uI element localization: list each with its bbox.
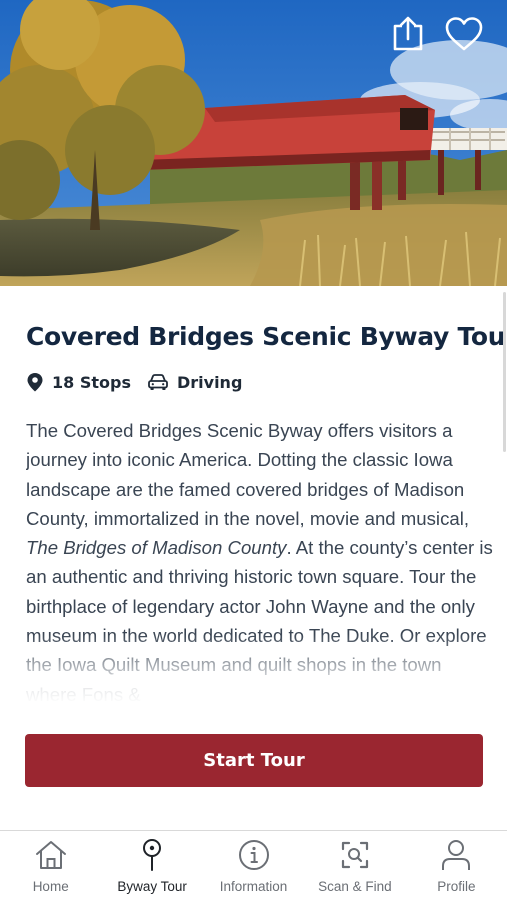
profile-icon — [442, 840, 471, 870]
stops-label: 18 Stops — [52, 372, 131, 392]
scan-icon — [341, 841, 369, 869]
tour-details: Covered Bridges Scenic Byway Tour 18 Sto… — [26, 286, 507, 395]
heart-icon — [445, 17, 483, 51]
tab-home[interactable]: Home — [0, 831, 101, 900]
stops-count: 18 Stops — [26, 372, 131, 392]
description-fade — [26, 634, 496, 704]
tab-information[interactable]: Information — [203, 831, 304, 900]
share-button[interactable] — [386, 12, 430, 56]
home-icon — [35, 841, 66, 869]
tour-description: The Covered Bridges Scenic Byway offers … — [26, 416, 496, 704]
description-book-title: The Bridges of Madison County — [26, 537, 287, 559]
map-pin-icon — [143, 839, 162, 871]
info-icon — [238, 840, 269, 870]
tab-label-profile: Profile — [437, 879, 476, 894]
favorite-button[interactable] — [442, 12, 486, 56]
tab-profile[interactable]: Profile — [406, 831, 507, 900]
tab-label-byway-tour: Byway Tour — [117, 879, 187, 894]
tab-byway-tour[interactable]: Byway Tour — [101, 831, 202, 900]
bottom-tab-bar: Home Byway Tour Information Scan & Find … — [0, 830, 507, 900]
tab-label-information: Information — [219, 879, 288, 894]
travel-mode-label: Driving — [176, 372, 243, 392]
tour-meta: 18 Stops Driving — [26, 369, 486, 395]
car-icon — [148, 374, 168, 390]
hero-image — [0, 0, 507, 286]
covered-bridge-photo — [0, 0, 507, 286]
travel-mode: Driving — [147, 373, 242, 392]
share-icon — [393, 16, 423, 51]
tab-label-scan-find: Scan & Find — [318, 879, 392, 894]
start-tour-button[interactable]: Start Tour — [25, 734, 483, 787]
tab-scan-find[interactable]: Scan & Find — [304, 831, 405, 900]
tab-label-home: Home — [32, 879, 69, 894]
description-part-1: The Covered Bridges Scenic Byway offers … — [26, 420, 469, 529]
tour-title: Covered Bridges Scenic Byway Tour — [26, 322, 507, 351]
scrollbar-thumb[interactable] — [503, 292, 506, 452]
location-pin-icon — [27, 373, 43, 392]
